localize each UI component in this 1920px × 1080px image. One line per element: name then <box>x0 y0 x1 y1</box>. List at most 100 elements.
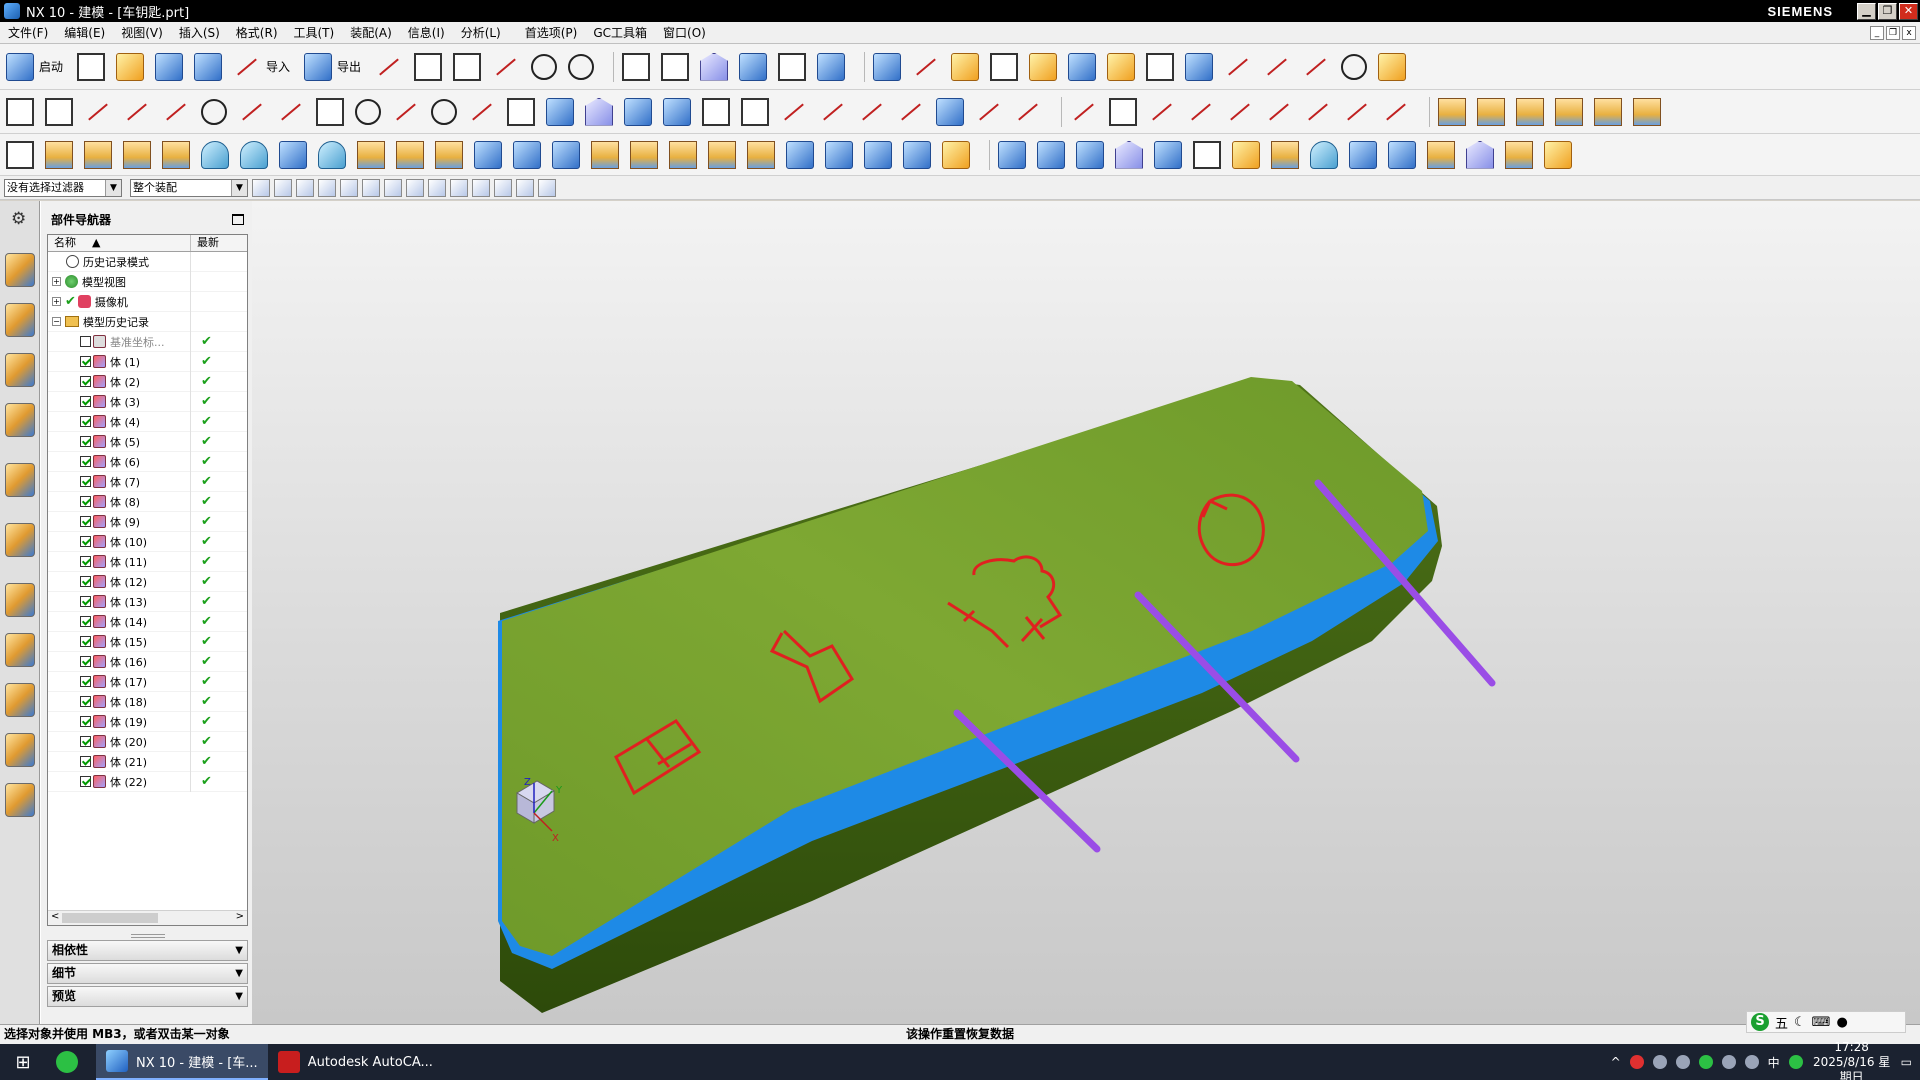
offset-face-icon[interactable] <box>747 140 775 169</box>
part-navigator-icon[interactable] <box>5 353 35 387</box>
snap-point-icon[interactable] <box>873 52 902 81</box>
visibility-checkbox[interactable] <box>80 696 91 707</box>
minimize-button[interactable]: ▁ <box>1857 2 1876 20</box>
tree-node-body[interactable]: 体 (1) ✔ <box>48 351 247 372</box>
fillet-sketch-icon[interactable] <box>238 98 266 126</box>
move-object-icon[interactable] <box>1029 52 1058 81</box>
moon-icon[interactable]: ☾ <box>1794 1015 1806 1030</box>
menu-file[interactable]: 文件(F) <box>0 24 56 41</box>
mdi-restore-icon[interactable]: ❐ <box>1886 25 1900 40</box>
visibility-checkbox[interactable] <box>80 636 91 647</box>
tree-node-body[interactable]: 体 (17) ✔ <box>48 671 247 692</box>
reset-filter-icon[interactable] <box>296 178 314 197</box>
fit-view-icon[interactable] <box>622 52 651 81</box>
clock[interactable]: 17:28 2025/8/16 星期日 <box>1812 1040 1892 1080</box>
dependencies-panel[interactable]: 相依性 ▼ <box>47 940 248 961</box>
cut-icon[interactable] <box>375 53 403 81</box>
start-icon[interactable] <box>6 52 34 81</box>
tree-node-body[interactable]: 体 (13) ✔ <box>48 591 247 612</box>
perpendicular-icon[interactable] <box>1187 98 1215 126</box>
ime-tray-icon[interactable] <box>1788 1055 1803 1069</box>
horizontal-scrollbar[interactable]: < > <box>48 910 247 925</box>
menu-view[interactable]: 视图(V) <box>113 24 171 41</box>
boolean-icon[interactable] <box>1633 97 1661 126</box>
restore-button[interactable]: ❐ <box>1878 2 1897 20</box>
tree-node-body[interactable]: 体 (9) ✔ <box>48 511 247 532</box>
offset-surface-icon[interactable] <box>1349 140 1377 169</box>
snap-center-icon[interactable] <box>450 178 468 197</box>
scroll-thumb[interactable] <box>62 913 158 923</box>
visibility-checkbox[interactable] <box>80 516 91 527</box>
expand-chevron-icon[interactable]: ▼ <box>235 987 243 1006</box>
visibility-checkbox[interactable] <box>80 756 91 767</box>
wcs-icon[interactable] <box>951 52 980 81</box>
export-icon[interactable] <box>304 52 333 81</box>
visibility-checkbox[interactable] <box>80 716 91 727</box>
parallel-icon[interactable] <box>1265 98 1293 126</box>
web-browser-icon[interactable] <box>5 523 35 557</box>
patch-icon[interactable] <box>1544 140 1572 169</box>
tree-node-body[interactable]: 体 (7) ✔ <box>48 471 247 492</box>
thicken-icon[interactable] <box>903 140 931 169</box>
tree-node-body[interactable]: 体 (10) ✔ <box>48 531 247 552</box>
assembly-navigator-icon[interactable] <box>5 253 35 287</box>
split-body-icon[interactable] <box>825 140 853 169</box>
expand-icon[interactable]: + <box>52 277 61 286</box>
mdi-close-icon[interactable]: x <box>1902 25 1916 40</box>
visibility-checkbox[interactable] <box>80 396 91 407</box>
snap-quadrant-icon[interactable] <box>472 178 490 197</box>
menu-preferences[interactable]: 首选项(P) <box>517 24 586 41</box>
volume-icon[interactable] <box>1744 1055 1759 1069</box>
mesh-surface-icon[interactable] <box>1037 140 1065 169</box>
graphics-window[interactable]: Y Z X <box>252 201 1920 1024</box>
filter-icon[interactable] <box>252 178 270 197</box>
visibility-checkbox[interactable] <box>80 736 91 747</box>
chamfer-sketch-icon[interactable] <box>277 98 305 126</box>
chamfer-icon[interactable] <box>669 140 697 169</box>
snap-intersect-icon[interactable] <box>428 178 446 197</box>
offset-curve-icon[interactable] <box>663 97 691 126</box>
tree-node-body[interactable]: 体 (4) ✔ <box>48 411 247 432</box>
select-all-icon[interactable] <box>274 178 292 197</box>
snap-existing-icon[interactable] <box>516 178 534 197</box>
draft-icon[interactable] <box>708 140 736 169</box>
network-icon[interactable] <box>1652 1055 1667 1069</box>
tree-node-body[interactable]: 体 (15) ✔ <box>48 631 247 652</box>
curve-on-surface-icon[interactable] <box>1343 98 1371 126</box>
details-panel[interactable]: 细节 ▼ <box>47 963 248 984</box>
unite-icon[interactable] <box>123 140 151 169</box>
emboss-icon[interactable] <box>474 140 502 169</box>
comb-icon[interactable] <box>975 98 1003 126</box>
measure-angle-icon[interactable] <box>1263 53 1291 81</box>
extrude-icon[interactable] <box>45 140 73 169</box>
visibility-checkbox[interactable] <box>80 596 91 607</box>
menu-info[interactable]: 信息(I) <box>400 24 453 41</box>
measure-distance-icon[interactable] <box>1224 53 1252 81</box>
selection-scope-select[interactable]: 整个装配 <box>130 178 248 197</box>
tree-node-body[interactable]: 体 (18) ✔ <box>48 691 247 712</box>
mirror-feature-icon[interactable] <box>552 140 580 169</box>
tree-node-body[interactable]: 体 (11) ✔ <box>48 551 247 572</box>
window-frame-icon[interactable] <box>778 52 807 81</box>
revolve-icon[interactable] <box>84 140 112 169</box>
ruled-icon[interactable] <box>1154 140 1182 169</box>
grid-icon[interactable] <box>45 97 73 126</box>
cone-icon[interactable] <box>1516 97 1544 126</box>
undo-icon[interactable] <box>531 53 558 80</box>
n-sided-icon[interactable] <box>1232 140 1260 169</box>
tree-node-body[interactable]: 体 (5) ✔ <box>48 431 247 452</box>
keyboard-icon[interactable]: ⌨ <box>1812 1015 1831 1030</box>
tree-node-body[interactable]: 体 (20) ✔ <box>48 731 247 752</box>
wechat-taskbar-icon[interactable] <box>46 1044 96 1080</box>
tree-node-body[interactable]: 体 (8) ✔ <box>48 491 247 512</box>
thread-icon[interactable] <box>201 140 229 169</box>
snap-point-on-curve-icon[interactable] <box>494 178 512 197</box>
pocket-icon[interactable] <box>357 140 385 169</box>
tube-icon[interactable] <box>1310 140 1338 169</box>
menu-insert[interactable]: 插入(S) <box>171 24 228 41</box>
divide-curve-icon[interactable] <box>858 98 886 126</box>
tangent-icon[interactable] <box>1148 98 1176 126</box>
plane-icon[interactable] <box>585 97 613 126</box>
collapse-icon[interactable]: − <box>52 317 61 326</box>
taskbar-app-autocad[interactable]: Autodesk AutoCA... <box>268 1044 443 1080</box>
